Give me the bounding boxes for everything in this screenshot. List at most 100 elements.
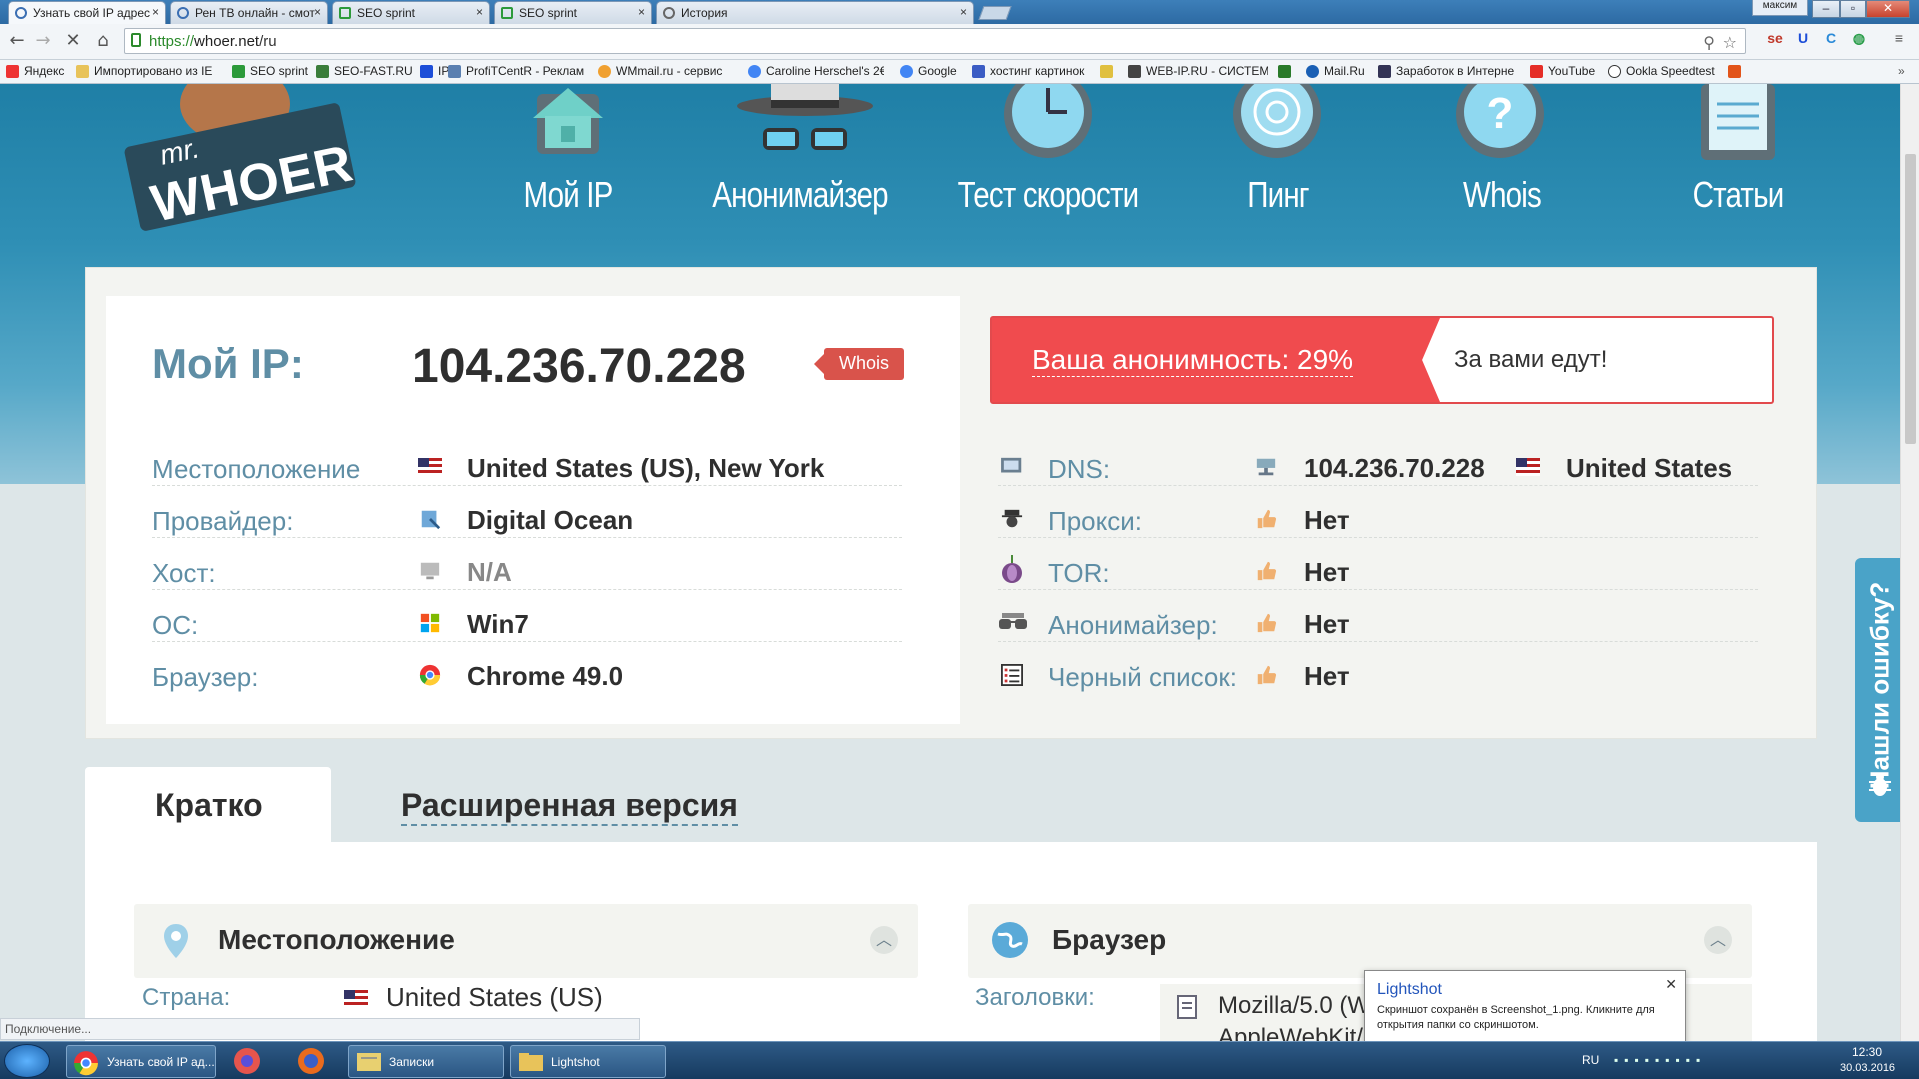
bookmark-yandex[interactable]: Яндекс — [6, 64, 64, 78]
bookmark-hosting[interactable]: хостинг картинок — [972, 64, 1084, 78]
page: mr. WHOER ? Мой IP Анонимайзер Тест скор… — [0, 84, 1900, 1041]
home-icon[interactable]: ⌂ — [92, 30, 114, 52]
monitor-icon — [420, 562, 440, 580]
bookmark-earnings[interactable]: Заработок в Интерне — [1378, 64, 1518, 78]
row-extra: United States — [1566, 453, 1733, 483]
bookmark-mailru[interactable]: Mail.Ru — [1306, 64, 1365, 78]
taskbar-item-notes[interactable]: Записки — [348, 1045, 504, 1078]
forward-icon[interactable]: → — [32, 30, 54, 52]
maximize-button[interactable]: ▫ — [1840, 0, 1866, 18]
menu-icon[interactable]: ≡ — [1890, 30, 1908, 48]
bookmark-label: Caroline Herschel's 2€ — [766, 64, 884, 78]
bookmark-label: YouTube — [1548, 64, 1596, 78]
nav-speed-test[interactable]: Тест скорости — [950, 174, 1147, 216]
tab-seosprint-1[interactable]: SEO sprint × — [332, 1, 490, 24]
location-box-header[interactable]: Местоположение ︿ — [134, 904, 918, 978]
folder-icon — [519, 1053, 543, 1071]
language-indicator[interactable]: RU — [1582, 1053, 1599, 1067]
close-tab-icon[interactable]: × — [476, 5, 483, 19]
back-icon[interactable]: ← — [6, 30, 28, 52]
bug-icon — [1869, 773, 1891, 796]
k-icon — [972, 65, 985, 78]
nav-whois[interactable]: Whois — [1451, 174, 1553, 216]
close-tab-icon[interactable]: × — [638, 5, 645, 19]
box-title: Местоположение — [218, 924, 455, 955]
bookmark-webip[interactable]: WEB-IP.RU - СИСТЕМ — [1128, 64, 1268, 78]
new-tab-button[interactable] — [978, 6, 1012, 20]
taskbar-item-lightshot[interactable]: Lightshot — [510, 1045, 666, 1078]
thumbs-up-icon — [1257, 509, 1277, 529]
taskbar-item-chrome[interactable]: Узнать свой IP ад... — [66, 1045, 216, 1078]
nav-ping[interactable]: Пинг — [1230, 174, 1325, 216]
tab-brief[interactable]: Кратко — [85, 767, 331, 842]
tab-history[interactable]: История × — [656, 1, 974, 24]
info-row-browser: Браузер: Chrome 49.0 — [152, 654, 902, 694]
lightshot-notification[interactable]: Lightshot ✕ Скриншот сохранён в Screensh… — [1364, 970, 1686, 1046]
minimize-button[interactable]: – — [1812, 0, 1840, 18]
row-value: Нет — [1304, 661, 1350, 691]
mailru-icon — [1306, 65, 1319, 78]
bookmark-wmmail[interactable]: WMmail.ru - сервис — [598, 64, 736, 78]
nav-articles[interactable]: Статьи — [1687, 174, 1789, 216]
notification-message: Скриншот сохранён в Screenshot_1.png. Кл… — [1377, 1004, 1655, 1031]
home-icon — [533, 88, 603, 154]
bookmark-ip[interactable]: IP — [420, 64, 449, 78]
app-icon[interactable] — [228, 1046, 266, 1076]
nav-anonymizer[interactable]: Анонимайзер — [710, 174, 890, 216]
row-value: Нет — [1304, 609, 1350, 639]
close-icon[interactable]: ✕ — [1665, 977, 1677, 993]
country-label: Страна: — [142, 984, 231, 1011]
bookmark-profitcentr[interactable]: ProfiTCentR - Реклам — [448, 64, 588, 78]
bookmark-youtube[interactable]: YouTube — [1530, 64, 1595, 78]
folder-icon — [76, 65, 89, 78]
bookmark-star-icon[interactable]: ☆ — [1723, 33, 1737, 52]
bookmarks-overflow-icon[interactable]: » — [1898, 64, 1914, 78]
google-icon — [748, 65, 761, 78]
bookmark-seofast[interactable]: SEO-FAST.RU — [316, 64, 413, 78]
headers-value-line2: AppleWebKit/5 — [1218, 1024, 1377, 1041]
close-tab-icon[interactable]: × — [152, 5, 159, 19]
bookmark-imported[interactable]: Импортировано из IE — [76, 64, 218, 78]
bookmark-label: Яндекс — [24, 64, 65, 78]
lock-icon — [131, 33, 141, 47]
u-extension-icon[interactable]: U — [1794, 30, 1812, 48]
tray-icons[interactable]: ▪▪▪▪▪▪▪▪▪ — [1614, 1053, 1814, 1067]
tab-extended[interactable]: Расширенная версия — [401, 787, 738, 826]
tab-seosprint-2[interactable]: SEO sprint × — [494, 1, 652, 24]
tab-whoer[interactable]: Узнать свой IP адрес × — [8, 1, 166, 24]
logo[interactable]: mr. WHOER — [120, 84, 360, 234]
bookmark-seosprint[interactable]: SEO sprint — [232, 64, 308, 78]
address-bar[interactable]: https://whoer.net/ru ⚲ ☆ — [124, 28, 1746, 54]
seo-extension-icon[interactable]: se — [1766, 30, 1784, 48]
headers-value: Mozilla/5.0 (W — [1218, 992, 1371, 1019]
browser-box-header[interactable]: Браузер ︿ — [968, 904, 1752, 978]
rentv-favicon-icon — [177, 7, 189, 19]
firefox-icon[interactable] — [292, 1046, 330, 1076]
scrollbar[interactable] — [1900, 84, 1919, 1041]
chevron-up-icon[interactable]: ︿ — [870, 926, 898, 954]
whois-button[interactable]: Whois — [814, 348, 904, 380]
nav-my-ip[interactable]: Мой IP — [509, 174, 627, 216]
tab-rentv[interactable]: Рен ТВ онлайн - смот × — [170, 1, 328, 24]
close-tab-icon[interactable]: × — [960, 5, 967, 19]
anonymity-score[interactable]: Ваша анонимность: 29% — [1032, 344, 1354, 377]
chevron-up-icon[interactable]: ︿ — [1704, 926, 1732, 954]
chrome-icon — [74, 1051, 98, 1076]
c-extension-icon[interactable]: C — [1822, 30, 1840, 48]
close-window-button[interactable]: ✕ — [1866, 0, 1910, 18]
bookmark-speedtest[interactable]: Ookla Speedtest — [1608, 64, 1715, 78]
bookmark-label: Mail.Ru — [1324, 64, 1365, 78]
bookmark-google-doodle[interactable]: Caroline Herschel's 2€ — [748, 64, 884, 78]
start-button[interactable] — [4, 1044, 50, 1078]
row-label: Местоположение — [152, 454, 361, 484]
globe-extension-icon[interactable]: ◍ — [1850, 30, 1868, 48]
profile-badge[interactable]: максим — [1752, 0, 1808, 16]
feedback-button[interactable]: Нашли ошибку? — [1855, 558, 1900, 822]
scrollbar-thumb[interactable] — [1905, 154, 1916, 444]
clock-time[interactable]: 12:30 — [1852, 1045, 1882, 1059]
info-row-os: ОС: Win7 — [152, 602, 902, 642]
close-tab-icon[interactable]: × — [314, 5, 321, 19]
stop-icon[interactable]: ✕ — [62, 30, 84, 52]
bookmark-google[interactable]: Google — [900, 64, 957, 78]
zoom-icon[interactable]: ⚲ — [1703, 33, 1715, 52]
